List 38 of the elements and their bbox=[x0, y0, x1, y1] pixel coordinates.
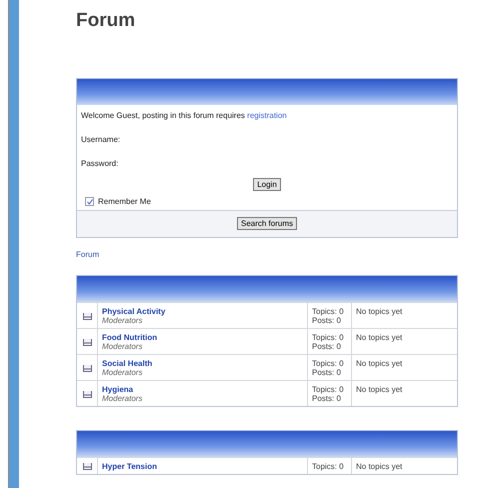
topics-count: Topics: 0 bbox=[312, 359, 345, 368]
last-post-text: No topics yet bbox=[356, 462, 404, 471]
last-post-text: No topics yet bbox=[356, 385, 404, 394]
folder-icon bbox=[82, 312, 92, 320]
posts-count: Posts: 0 bbox=[312, 316, 342, 325]
last-post-text: No topics yet bbox=[356, 359, 404, 368]
page-title: Forum bbox=[76, 10, 136, 32]
forum-name[interactable]: Physical Activity bbox=[102, 307, 307, 316]
topics-count: Topics: 0 bbox=[312, 333, 345, 342]
topics-count: Topics: 0 bbox=[312, 307, 345, 316]
forum-name[interactable]: Hygiena bbox=[102, 385, 307, 394]
topics-count: Topics: 0 bbox=[312, 385, 345, 394]
posts-count: Posts: 0 bbox=[312, 394, 342, 403]
topics-count: Topics: 0 bbox=[312, 462, 345, 471]
folder-icon bbox=[82, 364, 92, 372]
registration-link[interactable]: registration bbox=[247, 111, 287, 120]
posts-count: Posts: 0 bbox=[312, 342, 342, 351]
posts-count: Posts: 0 bbox=[312, 368, 342, 377]
moderators-label: Moderators bbox=[102, 394, 144, 403]
folder-icon bbox=[82, 390, 92, 398]
login-button[interactable]: Login bbox=[253, 178, 281, 191]
moderators-label: Moderators bbox=[102, 368, 144, 377]
moderators-label: Moderators bbox=[102, 316, 144, 325]
forum-name[interactable]: Social Health bbox=[102, 359, 307, 368]
last-post-text: No topics yet bbox=[356, 333, 404, 342]
remember-checkbox[interactable] bbox=[85, 197, 94, 206]
forum-name[interactable]: Food Nutrition bbox=[102, 333, 307, 342]
password-label: Password: bbox=[81, 159, 118, 168]
breadcrumb-link[interactable]: Forum bbox=[76, 250, 100, 259]
welcome-text: Welcome Guest, posting in this forum requires registration bbox=[81, 111, 288, 120]
search-button[interactable]: Search forums bbox=[236, 217, 298, 230]
remember-label: Remember Me bbox=[98, 197, 151, 206]
forum-name[interactable]: Hyper Tension bbox=[102, 462, 307, 471]
username-label: Username: bbox=[81, 135, 120, 144]
last-post-text: No topics yet bbox=[356, 307, 404, 316]
moderators-label: Moderators bbox=[102, 342, 144, 351]
folder-icon bbox=[82, 462, 92, 470]
folder-icon bbox=[82, 338, 92, 346]
